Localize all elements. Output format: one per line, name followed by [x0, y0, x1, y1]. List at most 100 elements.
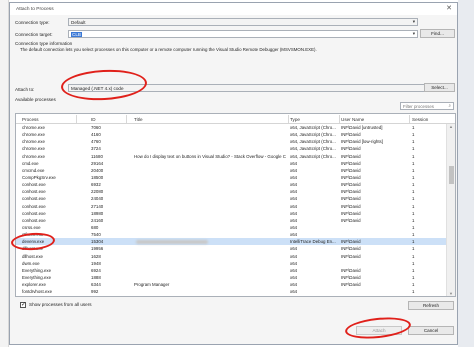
attach-to-process-dialog: Attach to Process ✕ Connection type: Def…	[9, 2, 458, 345]
column-header-process[interactable]: Process	[22, 117, 39, 122]
table-row[interactable]: conhost.exe 27140 x64 INF\David 1	[16, 203, 447, 210]
cell-session: 1	[412, 267, 415, 273]
cell-type: x64	[290, 203, 298, 209]
cell-id: 992	[91, 289, 99, 295]
cell-session: 1	[412, 210, 415, 216]
table-row[interactable]: dllhost.exe 1628 x64 INF\David 1	[16, 253, 447, 260]
cell-user: INF\David	[341, 196, 361, 202]
cell-session: 1	[412, 160, 415, 166]
table-row[interactable]: devenv.exe 15304 IntelliTrace Debug En... I…	[16, 238, 447, 246]
table-row[interactable]: chrome.exe 4760 x64, JavaScript (Chro... IN…	[16, 138, 447, 145]
column-header-title[interactable]: Title	[134, 117, 143, 122]
table-row[interactable]: conhost.exe 18980 x64 INF\David 1	[16, 210, 447, 217]
table-row[interactable]: cmd.exe 29164 x64 INF\David 1	[16, 160, 447, 167]
column-divider[interactable]	[409, 115, 410, 123]
cell-session: 1	[412, 189, 415, 195]
cell-process: chrome.exe	[22, 139, 45, 145]
table-row[interactable]: chrome.exe 7060 x64, JavaScript (Chro... IN…	[16, 124, 447, 131]
cancel-button[interactable]: Cancel	[408, 326, 454, 335]
cell-type: x64	[290, 232, 298, 238]
cell-type: x64	[290, 167, 298, 173]
scroll-up-icon[interactable]: ▲	[449, 124, 453, 129]
scroll-down-icon[interactable]: ▼	[449, 291, 453, 296]
column-divider[interactable]	[76, 115, 77, 123]
cell-user: INF\David	[341, 246, 361, 252]
table-row[interactable]: explorer.exe 6344 Program Manager x64 INF\Da…	[16, 281, 447, 288]
cell-id: 6924	[91, 267, 101, 273]
table-row[interactable]: chrome.exe 3724 x64, JavaScript (Chro... IN…	[16, 145, 447, 152]
connection-type-value: Default	[71, 20, 86, 25]
cell-process: chrome.exe	[22, 125, 45, 130]
cell-user: INF\David	[341, 253, 361, 259]
background-window-right	[458, 0, 474, 347]
column-header-id[interactable]: ID	[91, 117, 96, 122]
cell-user: INF\David	[341, 239, 361, 245]
column-header-session[interactable]: Session	[412, 117, 428, 122]
cell-process: csrss.exe	[22, 224, 41, 230]
table-row[interactable]: Everything.exe 6924 x64 INF\David 1	[16, 267, 447, 274]
cell-type: x64	[290, 267, 298, 273]
table-row[interactable]: fontdrvhost.exe 992 x64 1	[16, 288, 447, 295]
connection-info-title: Connection type information	[15, 41, 73, 46]
cell-process: conhost.exe	[22, 203, 46, 209]
filter-processes-input[interactable]: Filter processes ⌕	[400, 102, 454, 110]
cell-id: 4160	[91, 132, 101, 138]
close-icon[interactable]: ✕	[446, 4, 452, 12]
table-row[interactable]: CompPkgSrv.exe 18500 x64 INF\David 1	[16, 174, 447, 181]
table-row[interactable]: dllhost.exe 19956 x64 INF\David 1	[16, 245, 447, 252]
column-header-user[interactable]: User Name	[341, 117, 364, 122]
attach-button[interactable]: Attach	[356, 326, 402, 335]
cell-process: cmcmd.exe	[22, 167, 45, 173]
cell-session: 1	[412, 153, 415, 159]
cell-session: 1	[412, 139, 415, 145]
table-row[interactable]: Everything.exe 1888 x64 INF\David 1	[16, 274, 447, 281]
column-divider[interactable]	[288, 115, 289, 123]
filter-placeholder: Filter processes	[403, 104, 434, 109]
table-row[interactable]: cmcmd.exe 20400 x64 INF\David 1	[16, 167, 447, 174]
attach-to-label: Attach to:	[15, 87, 35, 92]
table-row[interactable]: conhost.exe 6932 x64 INF\David 1	[16, 181, 447, 188]
table-row[interactable]: conhost.exe 22080 x64 INF\David 1	[16, 188, 447, 195]
cell-id: 6932	[91, 182, 101, 188]
attach-to-field[interactable]: Managed (.NET 4.x) code	[68, 84, 431, 92]
cell-process: fontdrvhost.exe	[22, 289, 53, 295]
cell-id: 19956	[91, 246, 104, 252]
cell-id: 29164	[91, 160, 104, 166]
connection-target-label: Connection target:	[15, 32, 53, 37]
cell-type: x64, JavaScript (Chro...	[290, 125, 336, 130]
refresh-button[interactable]: Refresh	[408, 301, 454, 310]
table-row[interactable]: chrome.exe 4160 x64, JavaScript (Chro... IN…	[16, 131, 447, 138]
cell-type: x64	[290, 174, 298, 180]
connection-type-dropdown[interactable]: Default ▾	[68, 18, 418, 26]
cell-id: 22080	[91, 189, 104, 195]
cell-session: 1	[412, 167, 415, 173]
connection-target-dropdown[interactable]: CLB ▾	[68, 30, 418, 38]
cell-session: 1	[412, 274, 415, 280]
select-button[interactable]: Select...	[424, 83, 455, 92]
find-button[interactable]: Find...	[420, 29, 455, 38]
vertical-scrollbar[interactable]: ▲ ▼	[446, 124, 455, 296]
cell-user: INF\David	[341, 174, 361, 180]
background-window-left	[0, 0, 9, 347]
table-row[interactable]: csrss.exe 680 x64 1	[16, 224, 447, 231]
table-header: Process ID Title Type User Name Session	[16, 114, 455, 124]
cell-session: 1	[412, 146, 415, 152]
cell-process: Everything.exe	[22, 267, 52, 273]
cell-id: 1888	[91, 274, 101, 280]
scroll-thumb[interactable]	[449, 166, 454, 184]
title-bar: Attach to Process ✕	[10, 3, 457, 15]
window-title: Attach to Process	[16, 6, 54, 12]
column-divider[interactable]	[339, 115, 340, 123]
cell-user: INF\David	[341, 189, 361, 195]
table-row[interactable]: conhost.exe 24160 x64 INF\David 1	[16, 217, 447, 224]
cell-session: 1	[412, 253, 415, 259]
table-row[interactable]: conhost.exe 24040 x64 INF\David 1	[16, 195, 447, 202]
show-all-users-checkbox[interactable]: ✓	[20, 302, 26, 308]
table-row[interactable]: ctfmon.exe 7540 x64 1	[16, 231, 447, 238]
cell-user: INF\David	[341, 132, 361, 138]
column-header-type[interactable]: Type	[290, 117, 300, 122]
table-row[interactable]: dwm.exe 1948 x64 1	[16, 260, 447, 267]
column-divider[interactable]	[126, 115, 127, 123]
table-row[interactable]: chrome.exe 11680 How do I display text on …	[16, 153, 447, 160]
search-icon: ⌕	[448, 103, 451, 108]
